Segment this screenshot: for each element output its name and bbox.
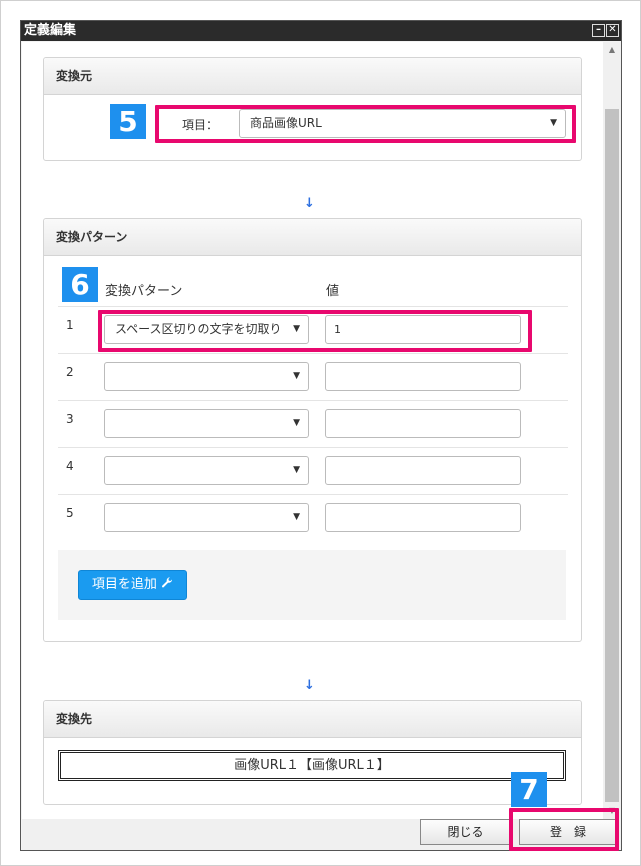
wrench-icon <box>162 577 173 588</box>
scroll-up-icon[interactable]: ▲ <box>603 42 621 58</box>
row-divider <box>58 306 568 307</box>
caret-down-icon: ▼ <box>293 465 300 475</box>
row-number: 4 <box>66 459 74 473</box>
row-divider <box>58 353 568 354</box>
caret-down-icon: ▼ <box>293 324 300 334</box>
scrollbar-thumb[interactable] <box>605 109 619 802</box>
row-number: 5 <box>66 506 74 520</box>
arrow-down-icon: ↓ <box>304 196 315 211</box>
value-input-1[interactable]: 1 <box>325 315 521 344</box>
value-input-3[interactable] <box>325 409 521 438</box>
pattern-select-4[interactable]: ▼ <box>104 456 309 485</box>
source-item-label: 項目： <box>182 118 219 132</box>
add-item-button[interactable]: 項目を追加 <box>78 570 187 600</box>
source-item-select[interactable]: 商品画像URL ▼ <box>239 109 566 138</box>
row-number: 2 <box>66 365 74 379</box>
row-divider <box>58 400 568 401</box>
row-number: 3 <box>66 412 74 426</box>
add-item-area: 項目を追加 <box>58 550 566 620</box>
row-divider <box>58 447 568 448</box>
source-panel-title: 変換元 <box>44 58 581 95</box>
value-input-2[interactable] <box>325 362 521 391</box>
caret-down-icon: ▼ <box>293 512 300 522</box>
pattern-select-value: スペース区切りの文字を切取り <box>115 322 282 336</box>
col-header-pattern: 変換パターン <box>105 284 183 299</box>
destination-value: 画像URL１【画像URL１】 <box>58 750 566 781</box>
col-header-value: 値 <box>326 284 340 299</box>
vertical-scrollbar[interactable]: ▲ ▼ <box>603 42 621 819</box>
add-item-label: 項目を追加 <box>91 577 157 592</box>
step-badge-6: 6 <box>62 267 98 302</box>
edit-definition-dialog: 定義編集 – ✕ 変換元 5 項目： 商品画像URL ▼ ↓ 変換パターン 6 … <box>20 20 622 851</box>
pattern-select-3[interactable]: ▼ <box>104 409 309 438</box>
pattern-select-2[interactable]: ▼ <box>104 362 309 391</box>
dialog-title: 定義編集 <box>24 23 77 38</box>
value-input-4[interactable] <box>325 456 521 485</box>
arrow-down-icon: ↓ <box>304 678 315 693</box>
dialog-content: 変換元 5 項目： 商品画像URL ▼ ↓ 変換パターン 6 変換パターン 値 … <box>22 42 603 819</box>
row-number: 1 <box>66 318 74 332</box>
source-item-value: 商品画像URL <box>250 116 322 130</box>
minimize-button[interactable]: – <box>592 24 605 37</box>
row-divider <box>58 494 568 495</box>
dialog-titlebar: 定義編集 – ✕ <box>21 21 621 41</box>
step-badge-5: 5 <box>110 104 146 139</box>
pattern-select-5[interactable]: ▼ <box>104 503 309 532</box>
pattern-select-1[interactable]: スペース区切りの文字を切取り ▼ <box>104 315 309 344</box>
destination-panel: 変換先 画像URL１【画像URL１】 <box>43 700 582 805</box>
close-button[interactable]: 閉じる <box>420 819 511 845</box>
caret-down-icon: ▼ <box>550 118 557 128</box>
pattern-panel: 変換パターン 6 変換パターン 値 1 スペース区切りの文字を切取り ▼ 1 2… <box>43 218 582 642</box>
close-window-button[interactable]: ✕ <box>606 24 619 37</box>
source-panel: 変換元 5 項目： 商品画像URL ▼ <box>43 57 582 161</box>
caret-down-icon: ▼ <box>293 371 300 381</box>
caret-down-icon: ▼ <box>293 418 300 428</box>
register-highlight <box>509 808 619 851</box>
step-badge-7: 7 <box>511 772 547 807</box>
destination-panel-title: 変換先 <box>44 701 581 738</box>
pattern-panel-title: 変換パターン <box>44 219 581 256</box>
value-input-5[interactable] <box>325 503 521 532</box>
